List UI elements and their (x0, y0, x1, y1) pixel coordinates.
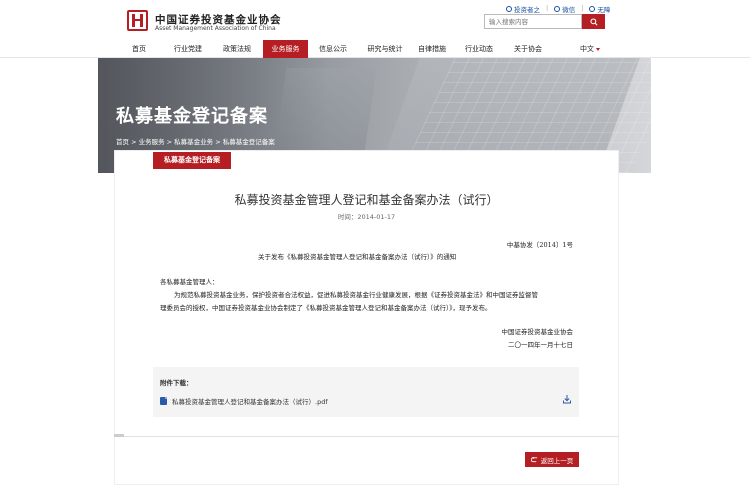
document-title: 私募投资基金管理人登记和基金备案办法（试行） (234, 193, 499, 207)
main-nav: 首页 行业党建 政策法规 业务服务 信息公示 研究与统计 自律措施 行业动态 关… (0, 40, 750, 58)
language-label: 中文 (580, 45, 594, 53)
separator: | (581, 4, 584, 12)
nav-item-services[interactable]: 业务服务 (263, 40, 308, 58)
back-button[interactable]: 返回上一页 (525, 452, 579, 467)
divider (114, 436, 619, 437)
signer: 中国证券投资基金业协会 (501, 328, 574, 336)
document-time: 时间：2014-01-17 (337, 213, 396, 221)
nav-item-policy[interactable]: 政策法规 (217, 40, 257, 58)
nav-item-research[interactable]: 研究与统计 (360, 40, 410, 58)
nav-item-news[interactable]: 行业动态 (459, 40, 499, 58)
separator: | (546, 4, 549, 12)
search-icon (589, 17, 598, 26)
attachment-label: 附件下载： (160, 379, 193, 387)
top-links: 投资者之 | 微信 | 无障 (506, 4, 610, 14)
wechat-icon (554, 6, 561, 12)
search-button[interactable] (582, 14, 605, 29)
nav-item-party[interactable]: 行业党建 (168, 40, 208, 58)
page-title: 私募基金登记备案 (116, 106, 268, 127)
user-icon (506, 6, 512, 12)
nav-item-home[interactable]: 首页 (124, 40, 154, 58)
accessibility-icon (589, 6, 596, 12)
attachment-box: 附件下载： 私募投资基金管理人登记和基金备案办法（试行）.pdf (153, 367, 579, 417)
accessibility-link[interactable]: 无障 (589, 4, 610, 14)
paragraph-line-2: 理委员会的授权，中国证券投资基金业协会制定了《私募投资基金管理人登记和基金备案办… (160, 304, 492, 312)
logo-icon[interactable] (127, 10, 148, 31)
back-button-label: 返回上一页 (540, 456, 574, 465)
investor-link[interactable]: 投资者之 (506, 4, 540, 14)
nav-item-disclosure[interactable]: 信息公示 (313, 40, 353, 58)
notice-title: 关于发布《私募投资基金管理人登记和基金备案办法（试行）》的通知 (258, 253, 457, 261)
accessibility-link-label: 无障 (597, 6, 611, 14)
greeting: 各私募基金管理人： (160, 278, 219, 286)
search-bar (484, 14, 605, 29)
wechat-link[interactable]: 微信 (554, 4, 575, 14)
search-input[interactable] (484, 14, 582, 29)
sign-date: 二〇一四年一月十七日 (508, 341, 573, 349)
file-icon (160, 397, 167, 405)
language-select[interactable]: 中文 (580, 40, 600, 58)
paragraph-line-1: 为规范私募投资基金业务，保护投资者合法权益，促进私募投资基金行业健康发展，根据《… (174, 291, 538, 299)
download-icon[interactable] (562, 394, 572, 404)
attachment-link[interactable]: 私募投资基金管理人登记和基金备案办法（试行）.pdf (160, 396, 328, 406)
wechat-link-label: 微信 (562, 6, 576, 14)
chevron-down-icon (596, 47, 600, 51)
attachment-filename: 私募投资基金管理人登记和基金备案办法（试行）.pdf (172, 398, 328, 406)
document-number: 中基协发〔2014〕1号 (506, 241, 573, 249)
logo-title-en: Asset Management Association of China (155, 25, 276, 32)
breadcrumb[interactable]: 首页 > 业务服务 > 私募基金业务 > 私募基金登记备案 (116, 136, 275, 146)
nav-item-about[interactable]: 关于协会 (508, 40, 548, 58)
nav-item-discipline[interactable]: 自律措施 (412, 40, 452, 58)
divider-accent (114, 434, 124, 437)
investor-link-label: 投资者之 (514, 6, 540, 14)
return-icon (530, 456, 537, 462)
section-tag: 私募基金登记备案 (153, 152, 231, 169)
site-header: 中国证券投资基金业协会 Asset Management Association… (0, 0, 750, 40)
